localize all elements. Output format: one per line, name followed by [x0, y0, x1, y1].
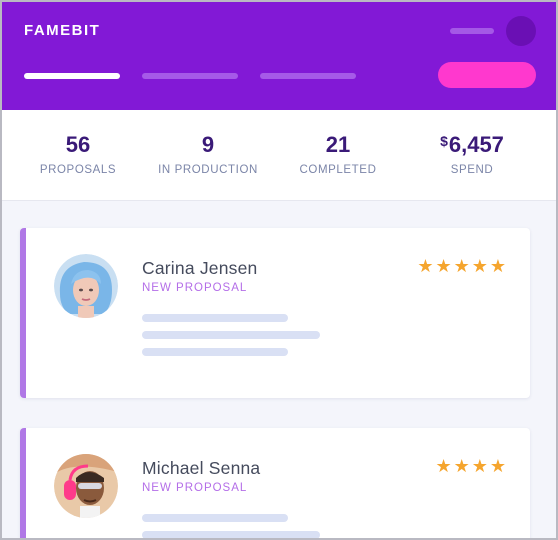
text-placeholder-line — [142, 514, 288, 522]
user-avatar[interactable] — [506, 16, 536, 46]
nav-tab-2[interactable] — [142, 73, 238, 79]
stat-label: IN PRODUCTION — [158, 164, 258, 176]
avatar — [54, 454, 118, 518]
text-placeholder-line — [142, 348, 288, 356]
user-name-placeholder[interactable] — [450, 28, 494, 34]
card-name[interactable]: Carina Jensen — [142, 258, 257, 279]
card-status: NEW PROPOSAL — [142, 482, 248, 494]
avatar-photo-icon — [54, 254, 118, 318]
text-placeholder-line — [142, 531, 320, 538]
rating-stars: ★★★★ — [435, 456, 508, 476]
avatar — [54, 254, 118, 318]
app-frame: FAMEBIT 56 PROPOSALS 9 IN PRODUCTION 21 … — [0, 0, 558, 540]
stat-label: SPEND — [450, 164, 494, 176]
rating-stars: ★★★★★ — [417, 256, 508, 276]
card-accent-bar — [20, 228, 26, 398]
proposal-card[interactable]: Michael Senna NEW PROPOSAL ★★★★ — [20, 428, 530, 538]
avatar-photo-icon — [54, 454, 118, 518]
text-placeholder-line — [142, 331, 320, 339]
stat-spend[interactable]: $6,457 SPEND — [406, 110, 538, 200]
stat-in-production[interactable]: 9 IN PRODUCTION — [142, 110, 274, 200]
card-name[interactable]: Michael Senna — [142, 458, 260, 479]
stat-value: 21 — [325, 132, 351, 157]
stat-value-spend: $6,457 — [406, 132, 538, 158]
card-status: NEW PROPOSAL — [142, 282, 248, 294]
stat-value: 6,457 — [448, 132, 504, 157]
primary-action-button[interactable] — [438, 62, 536, 88]
stat-completed[interactable]: 21 COMPLETED — [272, 110, 404, 200]
top-header: FAMEBIT — [2, 2, 556, 110]
text-placeholder-line — [142, 314, 288, 322]
proposal-card[interactable]: Carina Jensen NEW PROPOSAL ★★★★★ — [20, 228, 530, 398]
stat-label: COMPLETED — [299, 164, 377, 176]
famebit-logo[interactable]: FAMEBIT — [24, 22, 100, 39]
card-accent-bar — [20, 428, 26, 538]
stat-value: 56 — [65, 132, 91, 157]
nav-tab-active[interactable] — [24, 73, 120, 79]
stat-value: 9 — [201, 132, 215, 157]
nav-tab-3[interactable] — [260, 73, 356, 79]
stats-bar: 56 PROPOSALS 9 IN PRODUCTION 21 COMPLETE… — [2, 110, 556, 201]
stat-label: PROPOSALS — [39, 164, 117, 176]
stat-proposals[interactable]: 56 PROPOSALS — [12, 110, 144, 200]
currency-symbol: $ — [440, 133, 448, 149]
